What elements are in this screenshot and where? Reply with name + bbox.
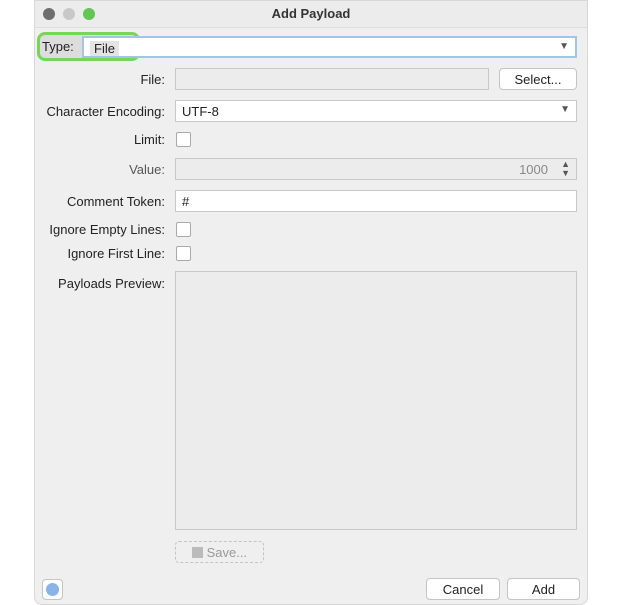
preview-label: Payloads Preview: — [58, 276, 165, 291]
save-button[interactable]: Save... — [175, 541, 264, 563]
value-label: Value: — [129, 162, 165, 177]
encoding-dropdown[interactable]: UTF-8 ▼ — [175, 100, 577, 122]
add-button[interactable]: Add — [507, 578, 580, 600]
value-stepper[interactable]: 1000 ▲ ▼ — [175, 158, 577, 180]
type-label: Type: — [42, 39, 74, 54]
window-title: Add Payload — [271, 6, 351, 21]
help-icon — [46, 583, 59, 596]
add-payload-dialog: Add Payload Type: File ▼ File: Select...… — [34, 0, 588, 605]
comment-token-label: Comment Token: — [66, 194, 165, 209]
type-dropdown[interactable]: File ▼ — [82, 36, 577, 58]
value-text: 1000 — [519, 162, 548, 177]
comment-token-input[interactable]: # — [175, 190, 577, 212]
ignore-empty-checkbox[interactable] — [176, 222, 191, 237]
select-button[interactable]: Select... — [499, 68, 577, 90]
chevron-down-icon: ▼ — [559, 41, 569, 52]
stepper-arrows-icon[interactable]: ▲ ▼ — [561, 160, 570, 178]
file-label: File: — [140, 72, 165, 87]
limit-label: Limit: — [133, 132, 165, 147]
title-bar: Add Payload — [35, 1, 587, 28]
chevron-down-icon: ▼ — [560, 104, 570, 115]
ignore-first-checkbox[interactable] — [176, 246, 191, 261]
cancel-button[interactable]: Cancel — [426, 578, 500, 600]
help-button[interactable] — [42, 579, 63, 600]
save-icon — [191, 547, 203, 558]
payloads-preview[interactable] — [175, 271, 577, 530]
encoding-value: UTF-8 — [182, 104, 219, 119]
encoding-label: Character Encoding: — [46, 104, 165, 119]
file-input[interactable] — [175, 68, 489, 90]
type-value: File — [90, 41, 119, 56]
ignore-first-label: Ignore First Line: — [67, 246, 165, 261]
save-label: Save... — [206, 545, 248, 560]
limit-checkbox[interactable] — [176, 132, 191, 147]
ignore-empty-label: Ignore Empty Lines: — [49, 222, 165, 237]
